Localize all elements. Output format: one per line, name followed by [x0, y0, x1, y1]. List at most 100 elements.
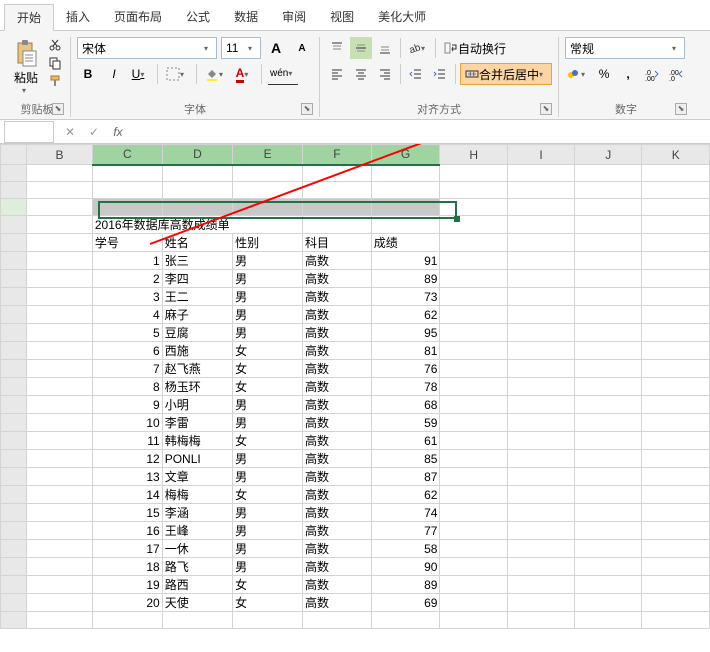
row-header[interactable] [1, 522, 27, 540]
cell[interactable]: 女 [233, 486, 303, 504]
align-right-button[interactable] [374, 63, 396, 85]
italic-button[interactable]: I [103, 63, 125, 85]
merge-center-button[interactable]: 合并后居中▾ [460, 63, 552, 85]
cell[interactable]: 韩梅梅 [162, 432, 232, 450]
cell[interactable]: 男 [233, 270, 303, 288]
cell[interactable]: 李涵 [162, 504, 232, 522]
cell[interactable]: 7 [92, 360, 162, 378]
cell[interactable]: 77 [371, 522, 440, 540]
cell[interactable]: 男 [233, 504, 303, 522]
increase-decimal-button[interactable]: .0.00 [641, 63, 663, 85]
cell[interactable]: 85 [371, 450, 440, 468]
cut-button[interactable] [46, 37, 64, 53]
row-header[interactable] [1, 540, 27, 558]
cell[interactable]: 男 [233, 450, 303, 468]
header-cell[interactable]: 科目 [303, 234, 372, 252]
cell[interactable]: 3 [92, 288, 162, 306]
font-size-select[interactable]: 11▾ [221, 37, 261, 59]
header-cell[interactable]: 成绩 [371, 234, 440, 252]
row-header[interactable] [1, 594, 27, 612]
orientation-button[interactable]: ab▾ [405, 37, 431, 59]
decrease-indent-button[interactable] [405, 63, 427, 85]
comma-button[interactable]: , [617, 63, 639, 85]
align-middle-button[interactable] [350, 37, 372, 59]
header-cell[interactable]: 学号 [92, 234, 162, 252]
cell[interactable]: 6 [92, 342, 162, 360]
cell[interactable]: 路西 [162, 576, 232, 594]
row-header[interactable] [1, 324, 27, 342]
align-bottom-button[interactable] [374, 37, 396, 59]
cell[interactable]: 李四 [162, 270, 232, 288]
header-cell[interactable]: 姓名 [162, 234, 232, 252]
cancel-formula-button[interactable]: ✕ [58, 121, 82, 143]
cell[interactable]: 高数 [303, 324, 372, 342]
row-header[interactable] [1, 468, 27, 486]
cell[interactable]: 杨玉环 [162, 378, 232, 396]
cell[interactable]: 16 [92, 522, 162, 540]
cell[interactable]: 高数 [303, 414, 372, 432]
cell[interactable]: 87 [371, 468, 440, 486]
percent-button[interactable]: % [593, 63, 615, 85]
cell[interactable]: 高数 [303, 378, 372, 396]
cell[interactable]: 81 [371, 342, 440, 360]
cell[interactable]: 2 [92, 270, 162, 288]
cell[interactable]: 高数 [303, 450, 372, 468]
cell[interactable]: 张三 [162, 252, 232, 270]
cell[interactable]: 高数 [303, 270, 372, 288]
cell[interactable]: 5 [92, 324, 162, 342]
row-header[interactable] [1, 378, 27, 396]
cell[interactable]: 20 [92, 594, 162, 612]
cell[interactable]: 17 [92, 540, 162, 558]
tab-data[interactable]: 数据 [222, 4, 270, 30]
cell[interactable]: 女 [233, 576, 303, 594]
cell[interactable]: 高数 [303, 342, 372, 360]
tab-layout[interactable]: 页面布局 [102, 4, 174, 30]
name-box[interactable] [4, 121, 54, 143]
cell[interactable]: 高数 [303, 396, 372, 414]
row-header[interactable] [1, 486, 27, 504]
cell[interactable]: 男 [233, 414, 303, 432]
grow-font-button[interactable]: A [265, 37, 287, 59]
col-header[interactable]: K [642, 145, 710, 165]
font-launcher[interactable]: ⬊ [301, 103, 313, 115]
copy-button[interactable] [46, 55, 64, 71]
tab-formula[interactable]: 公式 [174, 4, 222, 30]
col-header[interactable]: J [575, 145, 642, 165]
cell[interactable]: 一休 [162, 540, 232, 558]
col-header[interactable]: H [440, 145, 508, 165]
font-family-select[interactable]: 宋体▾ [77, 37, 217, 59]
row-header[interactable] [1, 612, 27, 629]
cell[interactable]: 女 [233, 360, 303, 378]
cell[interactable]: 58 [371, 540, 440, 558]
cell[interactable]: 高数 [303, 504, 372, 522]
row-header[interactable] [1, 270, 27, 288]
col-header[interactable]: C [92, 145, 162, 165]
cell[interactable]: 梅梅 [162, 486, 232, 504]
cell[interactable]: 文章 [162, 468, 232, 486]
row-header[interactable] [1, 306, 27, 324]
cell[interactable]: 男 [233, 396, 303, 414]
border-button[interactable]: ▾ [164, 63, 190, 85]
row-header[interactable] [1, 396, 27, 414]
cell[interactable]: 小明 [162, 396, 232, 414]
phonetic-button[interactable]: wén▾ [268, 63, 298, 85]
cell[interactable]: 91 [371, 252, 440, 270]
cell[interactable]: 高数 [303, 558, 372, 576]
row-header[interactable] [1, 504, 27, 522]
cell[interactable]: 赵飞燕 [162, 360, 232, 378]
cell[interactable]: 59 [371, 414, 440, 432]
cell[interactable]: 90 [371, 558, 440, 576]
cell[interactable]: 高数 [303, 594, 372, 612]
title-cell[interactable]: 2016年数据库高数成绩单 [92, 216, 302, 234]
cell[interactable]: 女 [233, 342, 303, 360]
format-painter-button[interactable] [46, 73, 64, 89]
cell[interactable]: 豆腐 [162, 324, 232, 342]
cell[interactable]: 68 [371, 396, 440, 414]
cell[interactable]: 高数 [303, 306, 372, 324]
cell[interactable]: 女 [233, 432, 303, 450]
cell[interactable]: 18 [92, 558, 162, 576]
font-color-button[interactable]: A▾ [233, 63, 255, 85]
confirm-formula-button[interactable]: ✓ [82, 121, 106, 143]
cell[interactable]: 4 [92, 306, 162, 324]
row-header[interactable] [1, 576, 27, 594]
